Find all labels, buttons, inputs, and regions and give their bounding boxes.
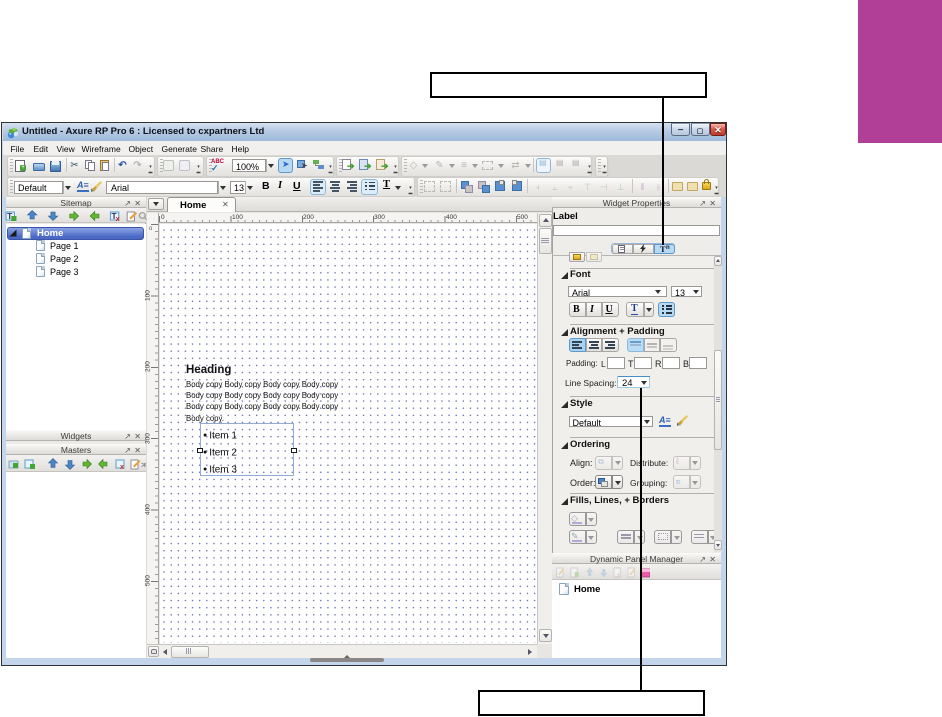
svg-text:≫: ≫ <box>141 462 146 469</box>
svg-text:x: x <box>116 215 120 222</box>
svg-text:x: x <box>120 464 124 470</box>
